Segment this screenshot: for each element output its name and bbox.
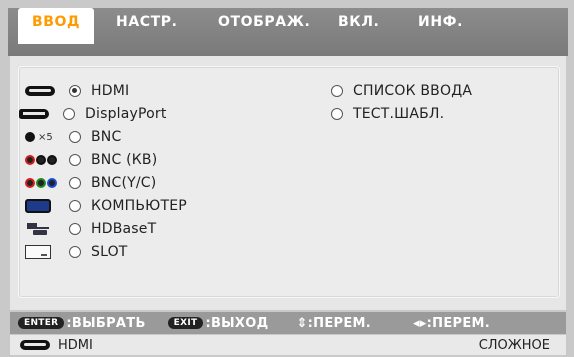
exit-key-icon: EXIT [167, 317, 204, 329]
content-panel: HDMI DisplayPort ×5 BNC BNC (КВ) BNC(Y/C… [10, 56, 566, 310]
bnc-yc-icon [25, 178, 58, 188]
current-input: HDMI [58, 337, 93, 353]
tab-input[interactable]: ВВОД [18, 8, 94, 44]
input-option-bnc[interactable]: ×5 BNC [25, 127, 121, 147]
input-label: ТЕСТ.ШАБЛ. [353, 106, 445, 122]
radio-button[interactable] [69, 131, 81, 143]
input-list: HDMI DisplayPort ×5 BNC BNC (КВ) BNC(Y/C… [18, 66, 560, 298]
radio-button-selected[interactable] [69, 85, 81, 97]
input-option-hdmi[interactable]: HDMI [25, 81, 129, 101]
radio-button[interactable] [331, 108, 343, 120]
radio-button[interactable] [331, 85, 343, 97]
help-move-updown: ⇕:ПЕРЕМ. [296, 315, 372, 331]
slot-icon [25, 245, 51, 259]
hdmi-icon [20, 340, 50, 350]
input-label: SLOT [91, 244, 128, 260]
input-label: BNC [91, 129, 122, 145]
hdmi-icon [25, 86, 55, 96]
input-label: BNC (КВ) [91, 152, 158, 168]
radio-button[interactable] [69, 177, 81, 189]
tab-setup[interactable]: НАСТР. [116, 8, 178, 42]
input-option-input-list[interactable]: СПИСОК ВВОДА [331, 81, 472, 101]
tab-info[interactable]: ИНФ. [418, 8, 463, 42]
radio-button[interactable] [69, 154, 81, 166]
input-option-bnc-yc[interactable]: BNC(Y/C) [25, 173, 156, 193]
input-option-computer[interactable]: КОМПЬЮТЕР [25, 196, 187, 216]
radio-button[interactable] [69, 223, 81, 235]
input-option-slot[interactable]: SLOT [25, 242, 128, 262]
bnc-icon: ×5 [25, 132, 53, 143]
input-option-bnc-component[interactable]: BNC (КВ) [25, 150, 157, 170]
hdbaset-icon [25, 222, 51, 236]
help-move-leftright: ◂▸:ПЕРЕМ. [413, 315, 491, 331]
input-option-displayport[interactable]: DisplayPort [19, 104, 167, 124]
menu-mode: СЛОЖНОЕ [478, 337, 550, 353]
radio-button[interactable] [63, 108, 75, 120]
menu-window: ВВОД НАСТР. ОТОБРАЖ. ВКЛ. ИНФ. HDMI Disp… [0, 0, 574, 357]
enter-key-icon: ENTER [18, 317, 65, 329]
input-option-hdbaset[interactable]: HDBaseT [25, 219, 156, 239]
computer-icon [25, 199, 51, 213]
help-bar: ENTER :ВЫБРАТЬ EXIT :ВЫХОД ⇕:ПЕРЕМ. ◂▸:П… [10, 312, 566, 334]
input-label: КОМПЬЮТЕР [91, 198, 187, 214]
input-label: HDBaseT [91, 221, 157, 237]
input-label: BNC(Y/C) [91, 175, 157, 191]
radio-button[interactable] [69, 200, 81, 212]
displayport-icon [19, 109, 49, 119]
help-exit: :ВЫХОД [205, 315, 269, 331]
input-option-test-pattern[interactable]: ТЕСТ.ШАБЛ. [331, 104, 444, 124]
radio-button[interactable] [69, 246, 81, 258]
tab-display[interactable]: ОТОБРАЖ. [218, 8, 310, 42]
bnc-component-icon [25, 155, 58, 165]
tab-bar: ВВОД НАСТР. ОТОБРАЖ. ВКЛ. ИНФ. [8, 8, 568, 56]
status-bar: HDMI СЛОЖНОЕ [10, 335, 566, 355]
input-label: СПИСОК ВВОДА [353, 83, 473, 99]
input-label: DisplayPort [85, 106, 167, 122]
help-select: :ВЫБРАТЬ [66, 315, 146, 331]
tab-on[interactable]: ВКЛ. [338, 8, 379, 42]
input-label: HDMI [91, 83, 130, 99]
